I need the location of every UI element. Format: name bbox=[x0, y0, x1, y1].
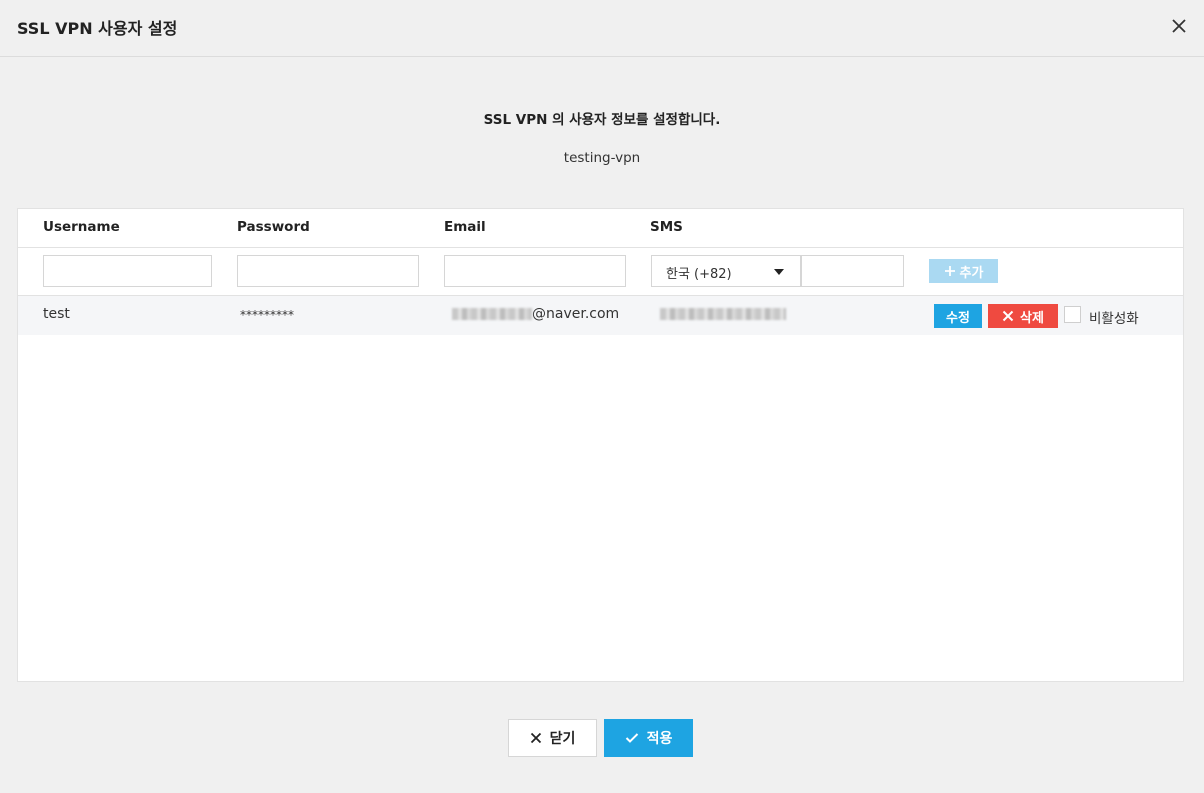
x-icon bbox=[530, 732, 541, 744]
apply-label: 적용 bbox=[646, 731, 673, 747]
password-input[interactable] bbox=[237, 255, 419, 287]
delete-button[interactable]: 삭제 bbox=[988, 304, 1058, 328]
email-redacted bbox=[452, 308, 532, 320]
user-table: Username Password Email SMS 한국 (+82) 추가 … bbox=[17, 208, 1184, 682]
email-input[interactable] bbox=[444, 255, 626, 287]
dialog-description: SSL VPN 의 사용자 정보를 설정합니다. bbox=[483, 112, 721, 128]
row-email: @naver.com bbox=[452, 306, 619, 322]
sms-redacted bbox=[660, 308, 786, 320]
disable-checkbox[interactable] bbox=[1064, 306, 1081, 323]
column-username: Username bbox=[43, 219, 120, 235]
country-code-select[interactable]: 한국 (+82) bbox=[651, 255, 801, 287]
close-label: 닫기 bbox=[549, 731, 576, 747]
x-icon bbox=[1002, 310, 1014, 322]
dialog-header: SSL VPN 사용자 설정 bbox=[0, 0, 1204, 57]
close-button[interactable]: 닫기 bbox=[508, 719, 597, 757]
row-email-domain: @naver.com bbox=[532, 306, 620, 322]
table-row: test ********* @naver.com 수정 삭제 비활성화 bbox=[18, 296, 1183, 335]
vpn-name: testing-vpn bbox=[563, 150, 641, 166]
edit-button[interactable]: 수정 bbox=[934, 304, 982, 328]
table-header: Username Password Email SMS bbox=[18, 209, 1183, 248]
column-email: Email bbox=[444, 219, 486, 235]
close-icon[interactable] bbox=[1170, 17, 1188, 35]
new-user-row: 한국 (+82) 추가 bbox=[18, 248, 1183, 296]
phone-input[interactable] bbox=[801, 255, 904, 287]
add-user-label: 추가 bbox=[959, 264, 984, 280]
disable-label: 비활성화 bbox=[1089, 311, 1139, 327]
plus-icon bbox=[944, 266, 955, 276]
check-icon bbox=[625, 733, 638, 743]
row-sms bbox=[660, 306, 786, 322]
column-password: Password bbox=[237, 219, 310, 235]
caret-down-icon bbox=[774, 269, 784, 275]
column-sms: SMS bbox=[650, 219, 683, 235]
row-username: test bbox=[43, 306, 70, 322]
apply-button[interactable]: 적용 bbox=[604, 719, 693, 757]
add-user-button[interactable]: 추가 bbox=[929, 259, 998, 283]
username-input[interactable] bbox=[43, 255, 212, 287]
delete-label: 삭제 bbox=[1020, 309, 1044, 325]
country-code-value: 한국 (+82) bbox=[666, 267, 732, 282]
dialog-title: SSL VPN 사용자 설정 bbox=[17, 19, 178, 38]
row-password: ********* bbox=[240, 308, 294, 322]
